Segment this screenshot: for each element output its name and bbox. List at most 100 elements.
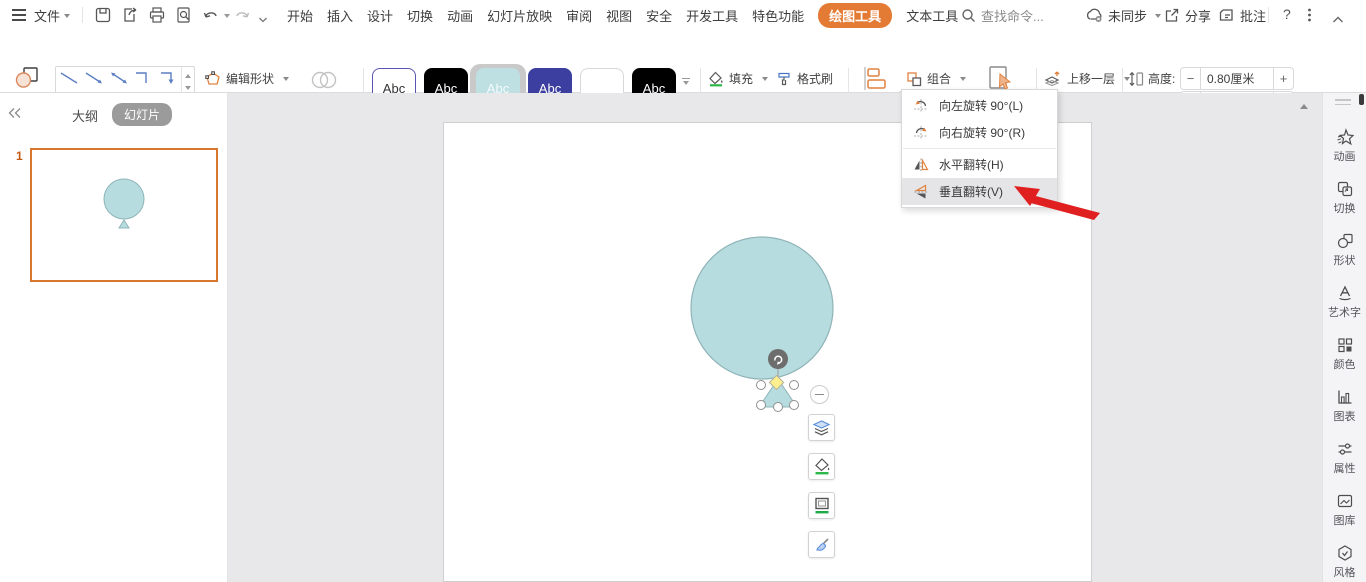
flip-vertical-icon	[912, 184, 930, 200]
elbow-arrow-connector-option[interactable]	[156, 67, 181, 90]
chevron-down-icon	[64, 14, 70, 21]
menu-tab-home[interactable]: 开始	[287, 6, 313, 25]
rotate-right-icon	[912, 125, 930, 141]
bar-chart-icon	[1336, 388, 1354, 406]
sidebar-item-gallery[interactable]: 图库	[1323, 492, 1366, 528]
print-button[interactable]	[148, 6, 166, 29]
menu-tab-animation[interactable]: 动画	[447, 6, 473, 25]
export-icon	[121, 6, 139, 24]
minus-icon	[815, 394, 824, 396]
slide-thumbnail-panel: 大纲 幻灯片 1	[0, 93, 228, 582]
connector-arrow-option[interactable]	[81, 67, 106, 90]
menu-tab-security[interactable]: 安全	[646, 6, 672, 25]
share-button[interactable]: 分享	[1163, 6, 1211, 25]
resize-handle-bottom-middle[interactable]	[773, 402, 783, 412]
collapse-ribbon-button[interactable]	[1332, 11, 1344, 29]
redo-icon	[233, 6, 251, 24]
quick-fill-button[interactable]	[808, 453, 835, 480]
align-button[interactable]	[862, 66, 888, 96]
menu-item-rotate-right-90[interactable]: 向右旋转 90°(R)	[902, 119, 1057, 146]
menu-tab-special-features[interactable]: 特色功能	[752, 6, 804, 25]
edit-shape-button[interactable]: 编辑形状	[205, 70, 289, 87]
connector-double-arrow-option[interactable]	[106, 67, 131, 90]
elbow-connector-option[interactable]	[131, 67, 156, 90]
shapes-icon	[1336, 232, 1354, 250]
titlebar: 文件 开始 插入 设计 切换 动画 幻灯片	[0, 0, 1366, 30]
slide-thumbnail-selected[interactable]	[30, 148, 218, 282]
sidebar-item-animation[interactable]: 动画	[1323, 128, 1366, 164]
more-options-button[interactable]	[1307, 7, 1312, 28]
resize-handle-bottom-right[interactable]	[789, 400, 799, 410]
search-command-box[interactable]: 查找命令...	[961, 6, 1044, 25]
bring-forward-button[interactable]: 上移一层	[1044, 70, 1130, 87]
height-decrease-button[interactable]: −	[1180, 67, 1201, 90]
collapse-quick-toolbar-button[interactable]	[810, 385, 829, 404]
print-preview-button[interactable]	[175, 6, 193, 29]
sidebar-item-shapes[interactable]: 形状	[1323, 232, 1366, 268]
height-increase-button[interactable]: +	[1273, 67, 1294, 90]
sidebar-drag-handle[interactable]	[1335, 99, 1351, 105]
menu-tab-review[interactable]: 审阅	[566, 6, 592, 25]
quick-style-button[interactable]	[808, 531, 835, 558]
outline-color-icon	[813, 496, 831, 515]
chevron-down-icon	[960, 77, 966, 84]
sync-status-button[interactable]: 未同步	[1085, 6, 1161, 25]
export-button[interactable]	[121, 6, 139, 29]
kebab-menu-icon	[1307, 7, 1312, 23]
connector-line-option[interactable]	[56, 67, 81, 90]
rotate-handle[interactable]	[768, 349, 788, 369]
height-field-group: 高度:	[1128, 70, 1175, 87]
sidebar-item-style[interactable]: 风格	[1323, 544, 1366, 580]
format-painter-button[interactable]: 格式刷	[776, 70, 833, 87]
quick-outline-button[interactable]	[808, 492, 835, 519]
height-input[interactable]: 0.80厘米	[1201, 67, 1273, 90]
menu-item-flip-horizontal[interactable]: 水平翻转(H)	[902, 151, 1057, 178]
resize-handle-bottom-left[interactable]	[756, 400, 766, 410]
search-placeholder: 查找命令...	[981, 6, 1044, 25]
sidebar-item-wordart[interactable]: 艺术字	[1323, 284, 1366, 320]
menu-tab-slideshow[interactable]: 幻灯片放映	[487, 6, 552, 25]
redo-button[interactable]	[233, 6, 251, 29]
chevron-down-icon	[283, 77, 289, 84]
help-button[interactable]: ?	[1283, 6, 1291, 22]
resize-handle-top-right[interactable]	[789, 380, 799, 390]
undo-dropdown-icon	[224, 14, 230, 21]
sidebar-item-charts[interactable]: 图表	[1323, 388, 1366, 424]
menu-tab-design[interactable]: 设计	[367, 6, 393, 25]
file-label: 文件	[34, 6, 60, 25]
collapse-panel-button[interactable]	[8, 106, 22, 124]
resize-handle-top-left[interactable]	[756, 380, 766, 390]
comment-label: 批注	[1240, 6, 1266, 25]
sidebar-item-properties[interactable]: 属性	[1323, 440, 1366, 476]
menu-tab-transition[interactable]: 切换	[407, 6, 433, 25]
menu-item-rotate-left-90[interactable]: 向左旋转 90°(L)	[902, 92, 1057, 119]
tab-outline[interactable]: 大纲	[72, 106, 98, 125]
undo-button[interactable]	[202, 6, 230, 24]
flip-horizontal-icon	[912, 157, 930, 173]
quick-layer-button[interactable]	[808, 414, 835, 441]
shapes-icon	[14, 66, 40, 90]
window-scrollbar-thumb[interactable]	[1359, 94, 1364, 105]
customize-qat-button[interactable]	[258, 11, 268, 29]
file-menu[interactable]: 文件	[34, 6, 70, 24]
main-menu-icon[interactable]	[12, 9, 26, 21]
group-button[interactable]: 组合	[906, 70, 966, 87]
comment-button[interactable]: 批注	[1218, 6, 1266, 25]
cloud-sync-icon	[1085, 7, 1104, 24]
menu-tab-drawing-tools-active[interactable]: 绘图工具	[818, 3, 892, 28]
menu-tab-insert[interactable]: 插入	[327, 6, 353, 25]
save-button[interactable]	[94, 6, 112, 29]
canvas-scroll-up-button[interactable]	[1300, 100, 1308, 109]
style-gallery-more-button[interactable]	[682, 78, 690, 88]
shapes-button[interactable]	[14, 66, 40, 95]
sidebar-item-colors[interactable]: 颜色	[1323, 336, 1366, 372]
tab-slides-active[interactable]: 幻灯片	[112, 103, 172, 126]
sidebar-item-transition[interactable]: 切换	[1323, 180, 1366, 216]
double-chevron-left-icon	[8, 107, 22, 119]
fill-button[interactable]: 填充	[708, 70, 768, 87]
menu-tab-devtools[interactable]: 开发工具	[686, 6, 738, 25]
menu-tab-view[interactable]: 视图	[606, 6, 632, 25]
gallery-scroll-up-button[interactable]	[182, 67, 194, 82]
chevron-down-icon	[1155, 14, 1161, 21]
menu-tab-text-tools[interactable]: 文本工具	[906, 6, 958, 25]
